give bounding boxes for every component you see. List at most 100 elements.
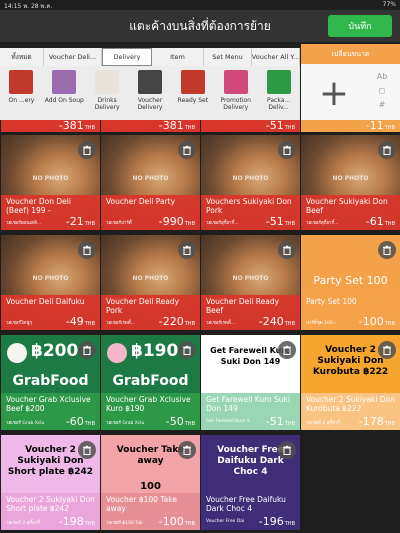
change-size-button[interactable]: เปลี่ยนขนาด	[301, 44, 400, 64]
category-thumbnail-icon	[9, 70, 34, 94]
category-item[interactable]: Add On Soup	[43, 66, 86, 120]
menu-item-tile[interactable]: NO PHOTO Voucher Don Deli (Beef) 199 - วอเ…	[1, 135, 100, 230]
tab-3[interactable]: Item	[152, 48, 204, 66]
text-size-icon[interactable]: Ab	[371, 70, 393, 84]
menu-item-tile[interactable]: NO PHOTO Voucher Deli Ready Beef วอเชอร์เร…	[201, 235, 300, 330]
delete-icon[interactable]	[178, 441, 196, 459]
category-thumbnail-icon	[180, 70, 205, 94]
delete-icon[interactable]	[178, 141, 196, 159]
tab-1[interactable]: Voucher Deli...	[44, 48, 102, 66]
menu-item-tile[interactable]: NO PHOTO Voucher Deli Party วอเชอร์ปาร์ตี้…	[101, 135, 200, 230]
category-label: Voucher Delivery	[137, 97, 163, 111]
no-photo-label: NO PHOTO	[132, 275, 169, 282]
menu-item-tile[interactable]: Voucher 2 Sukiyaki Don Kurobuta ฿222 Vouc…	[301, 335, 400, 430]
menu-item-tile[interactable]: ฿200 GrabFood Voucher Grab Xclusive Beef ฿…	[1, 335, 100, 430]
item-subtitle: วอเชอร์ Grab Xclu	[6, 421, 45, 426]
square-size-icon[interactable]: ◻	[371, 84, 393, 98]
item-name: Get Farewell Kuro Suki Don 149	[206, 395, 290, 413]
menu-item-tile[interactable]: Voucher 2 Sukiyaki Don Short plate ฿242 V…	[1, 435, 100, 530]
item-name: Voucher Grab Xclusive Kuro ฿190	[106, 395, 191, 413]
size-panel: เปลี่ยนขนาด + Ab ◻ #	[301, 44, 400, 122]
partial-tile[interactable]: -11THB	[301, 120, 400, 132]
item-price: -21THB	[65, 215, 95, 228]
category-label: Add On Soup	[44, 97, 84, 104]
delete-icon[interactable]	[278, 241, 296, 259]
item-name: Voucher Deli Ready Beef	[206, 297, 280, 315]
status-bar: 14:15 พ. 28 พ.ค. 77%	[0, 0, 400, 10]
delete-icon[interactable]	[278, 141, 296, 159]
delete-icon[interactable]	[278, 341, 296, 359]
tile-title: Party Set 100	[313, 274, 388, 287]
category-label: Promotion Delivery	[220, 97, 251, 111]
item-price: -100THB	[358, 315, 395, 328]
menu-item-tile[interactable]: Get Farewell Kuro Suki Don 149 Get Farewe…	[201, 335, 300, 430]
category-item[interactable]: Packa... Deliv...	[257, 66, 300, 120]
no-photo-label: NO PHOTO	[332, 175, 369, 182]
grid-size-icon[interactable]: #	[371, 98, 393, 112]
item-price: -60THB	[65, 415, 95, 428]
size-options: Ab ◻ #	[371, 70, 393, 112]
partial-tile[interactable]: -51THB	[201, 120, 300, 132]
item-name: Voucher Grab Xclusive Beef ฿200	[6, 395, 91, 413]
item-price: -51THB	[265, 120, 295, 132]
battery-indicator: 77%	[382, 1, 396, 8]
item-name: Vouchers Sukiyaki Don Pork	[206, 197, 292, 215]
save-button[interactable]: บันทึก	[328, 15, 392, 37]
category-item[interactable]: Voucher Delivery	[129, 66, 172, 120]
menu-item-tile[interactable]: Voucher Free Daifuku Dark Choc 4 Voucher …	[201, 435, 300, 530]
tab-0[interactable]: ทั้งหมด	[0, 48, 44, 66]
tab-4[interactable]: Set Menu	[204, 48, 252, 66]
item-price: -198THB	[58, 515, 95, 528]
partial-tile[interactable]: -381THB	[1, 120, 100, 132]
menu-item-tile[interactable]: Party Set 100 Party Set 100 ปาร์ตี้ชุด 100…	[301, 235, 400, 330]
category-item[interactable]: Drinks Delivery	[86, 66, 129, 120]
delete-icon[interactable]	[378, 241, 396, 259]
tab-5[interactable]: Voucher All Y...	[252, 48, 300, 66]
menu-item-tile[interactable]: NO PHOTO Voucher Sukiyaki Don Beef วอเชอร์…	[301, 135, 400, 230]
item-price: -61THB	[365, 215, 395, 228]
pig-icon	[107, 343, 127, 363]
delete-icon[interactable]	[78, 441, 96, 459]
delete-icon[interactable]	[78, 141, 96, 159]
voucher-amount: ฿190	[131, 341, 179, 361]
item-name: Voucher Don Deli (Beef) 199 -	[6, 197, 71, 215]
menu-item-tile[interactable]: NO PHOTO Voucher Deli Ready Pork วอเชอร์เร…	[101, 235, 200, 330]
category-item[interactable]: Promotion Delivery	[214, 66, 257, 120]
category-label: On ...ery	[8, 97, 35, 104]
item-price: -51THB	[265, 415, 295, 428]
add-item-button[interactable]: +	[305, 68, 363, 118]
delete-icon[interactable]	[78, 341, 96, 359]
item-price: -990THB	[158, 215, 195, 228]
tab-2[interactable]: Delivery	[102, 48, 152, 66]
item-subtitle: Get Farewell Kuro S	[206, 419, 250, 424]
delete-icon[interactable]	[178, 341, 196, 359]
menu-item-tile[interactable]: NO PHOTO Vouchers Sukiyaki Don Pork วอเชอร…	[201, 135, 300, 230]
delete-icon[interactable]	[378, 341, 396, 359]
partial-tile[interactable]: -381THB	[101, 120, 200, 132]
item-name: Voucher Deli Daifuku	[6, 297, 85, 306]
item-price: -196THB	[258, 515, 295, 528]
item-price: -51THB	[265, 215, 295, 228]
item-name: Voucher Deli Party	[106, 197, 176, 206]
category-thumbnail-icon	[223, 70, 248, 94]
item-subtitle: ปาร์ตี้ชุด 100.-	[306, 321, 336, 326]
delete-icon[interactable]	[78, 241, 96, 259]
no-photo-label: NO PHOTO	[232, 275, 269, 282]
subcategory-row: On ...ery Add On Soup Drinks Delivery Vouch…	[0, 66, 300, 120]
menu-item-tile[interactable]: NO PHOTO Voucher Deli Daifuku วอเชอร์ไดฟูก…	[1, 235, 100, 330]
no-photo-label: NO PHOTO	[32, 275, 69, 282]
category-item[interactable]: On ...ery	[0, 66, 43, 120]
delete-icon[interactable]	[278, 441, 296, 459]
category-item[interactable]: Ready Set	[171, 66, 214, 120]
delete-icon[interactable]	[378, 141, 396, 159]
delete-icon[interactable]	[178, 241, 196, 259]
item-subtitle: Voucher Free Dai	[206, 519, 245, 524]
item-subtitle: วอเชอร์เรดดี้...	[106, 321, 136, 326]
category-label: Packa... Deliv...	[267, 97, 291, 111]
item-price: -50THB	[165, 415, 195, 428]
category-thumbnail-icon	[138, 70, 162, 94]
no-photo-label: NO PHOTO	[132, 175, 169, 182]
menu-item-tile[interactable]: Voucher Take away 100 Voucher ฿100 Take aw…	[101, 435, 200, 530]
item-price: -220THB	[158, 315, 195, 328]
menu-item-tile[interactable]: ฿190 GrabFood Voucher Grab Xclusive Kuro ฿…	[101, 335, 200, 430]
